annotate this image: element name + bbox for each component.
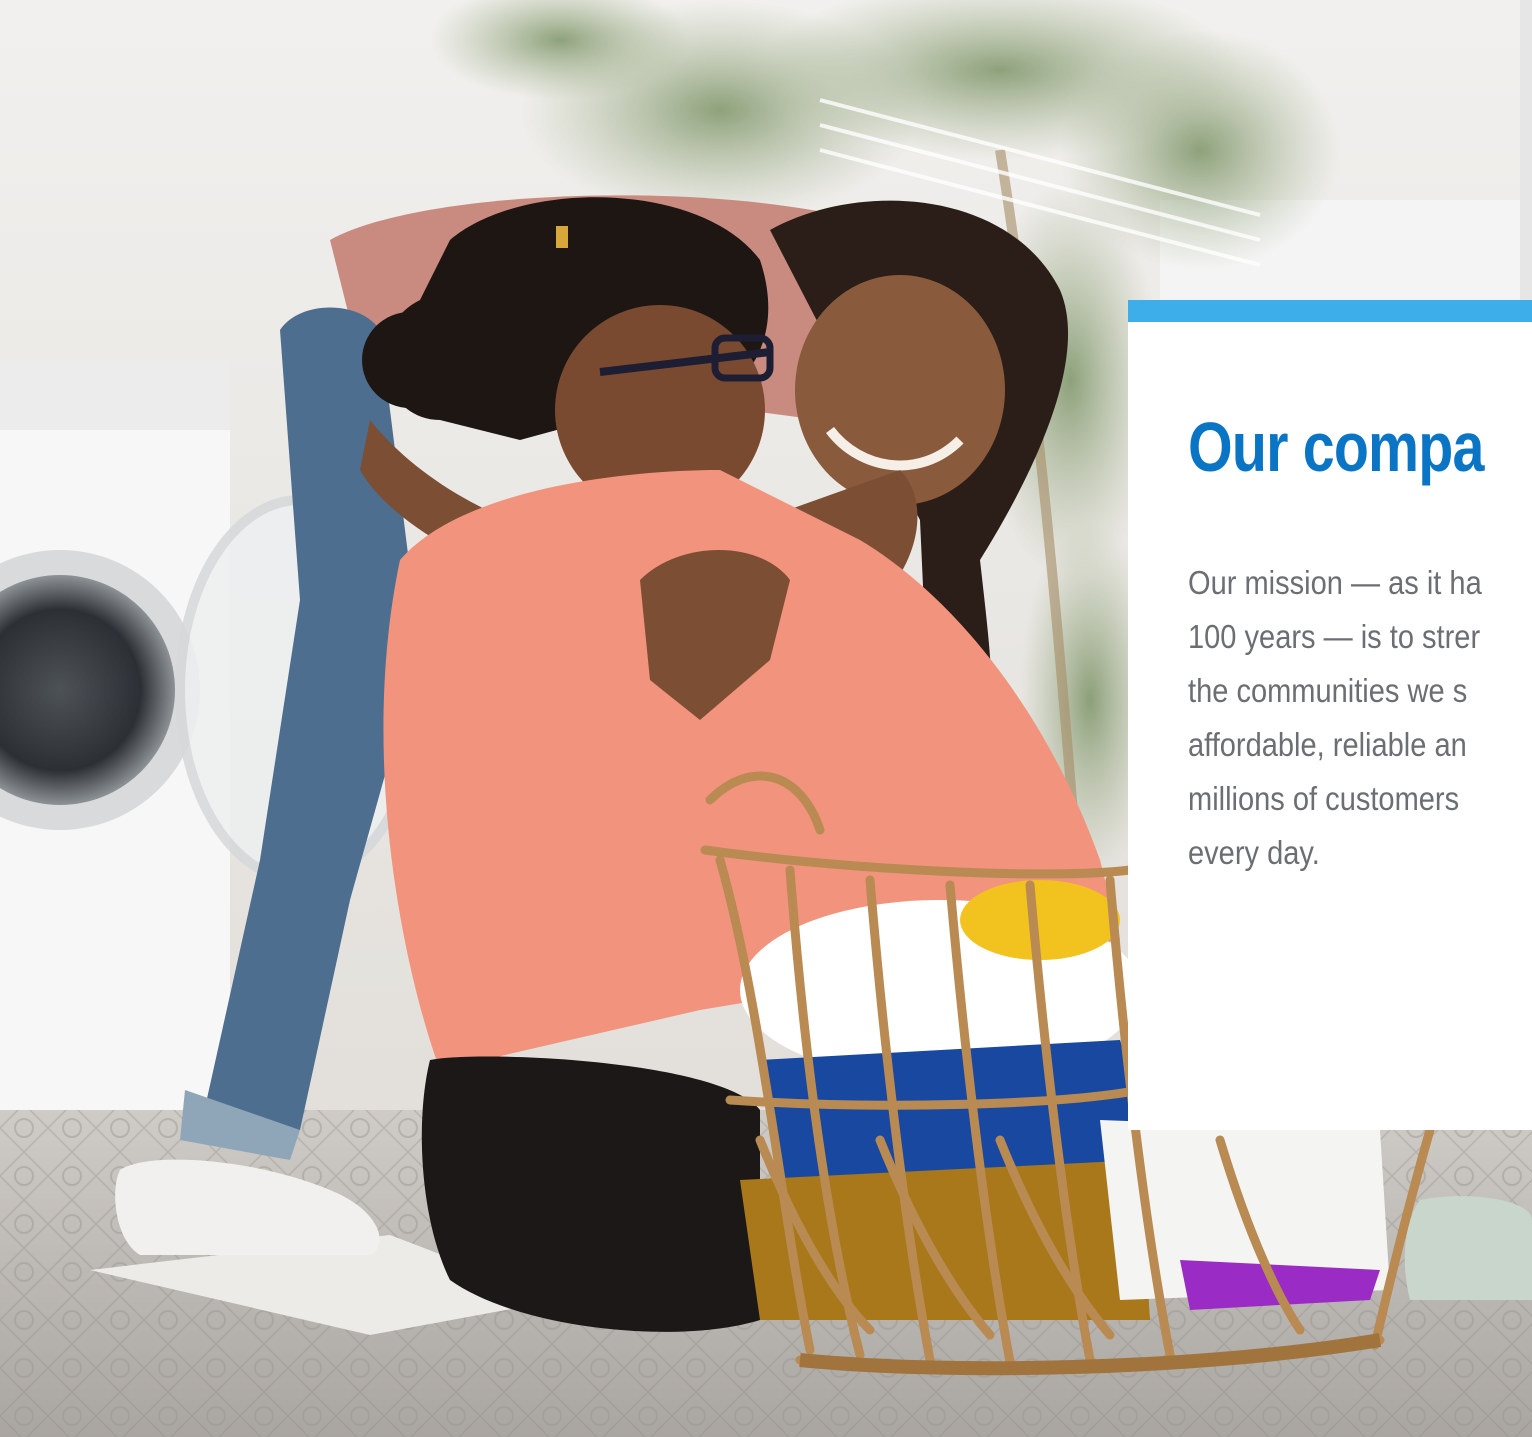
card-title: Our compa <box>1188 408 1484 486</box>
card-body-line: affordable, reliable an <box>1188 726 1467 763</box>
card-body-line: 100 years — is to strer <box>1188 618 1481 655</box>
card-body: Our mission — as it ha 100 years — is to… <box>1188 556 1532 880</box>
card-body-line: Our mission — as it ha <box>1188 564 1482 601</box>
card-accent-bar <box>1128 300 1532 322</box>
card-body-line: millions of customers <box>1188 780 1460 817</box>
card-body-line: the communities we s <box>1188 672 1468 709</box>
company-info-card: Our compa Our mission — as it ha 100 yea… <box>1128 300 1532 1130</box>
hero-section: Our compa Our mission — as it ha 100 yea… <box>0 0 1532 1437</box>
card-body-line: every day. <box>1188 834 1320 871</box>
